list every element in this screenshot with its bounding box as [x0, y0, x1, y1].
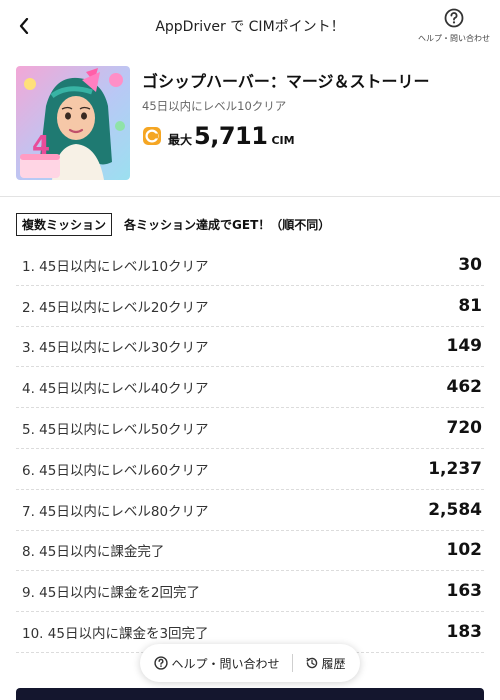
- mission-row: 4. 45日以内にレベル40クリア 462: [16, 367, 484, 409]
- mission-points: 30: [458, 254, 482, 275]
- app-info: ゴシップハーバー：マージ＆ストーリー 45日以内にレベル10クリア 最大 5,7…: [142, 68, 482, 150]
- mission-points: 102: [446, 540, 483, 561]
- mission-points: 183: [446, 622, 483, 643]
- mission-label: 1. 45日以内にレベル10クリア: [22, 258, 209, 275]
- reward-value: 5,711: [194, 122, 268, 150]
- mission-points: 462: [446, 377, 483, 398]
- mission-type-badge: 複数ミッション: [16, 213, 113, 236]
- mission-label: 5. 45日以内にレベル50クリア: [22, 422, 209, 439]
- mission-row: 3. 45日以内にレベル30クリア 149: [16, 327, 484, 368]
- mission-points: 81: [458, 295, 482, 316]
- mission-points: 720: [446, 418, 483, 439]
- app-summary: 4 ゴシップハーバー：マージ＆ストーリー 45日以内にレベル10クリア 最大 5…: [16, 66, 486, 182]
- cim-coin-icon: [143, 127, 161, 145]
- footer-help-label: ヘルプ・問い合わせ: [171, 656, 280, 671]
- mission-label: 3. 45日以内にレベル30クリア: [22, 340, 209, 357]
- reward-prefix: 最大: [168, 133, 193, 147]
- mission-label: 6. 45日以内にレベル60クリア: [22, 462, 209, 479]
- mission-label: 4. 45日以内にレベル40クリア: [22, 381, 209, 398]
- mission-row: 9. 45日以内に課金を2回完了 163: [16, 571, 484, 613]
- separator: [291, 654, 293, 672]
- mission-label: 8. 45日以内に課金完了: [22, 544, 165, 561]
- question-circle-icon: [154, 656, 169, 670]
- mission-label: 10. 45日以内に課金を3回完了: [22, 626, 209, 643]
- mission-label: 2. 45日以内にレベル20クリア: [22, 299, 209, 316]
- history-label: 履歴: [321, 656, 346, 671]
- help-label: ヘルプ・問い合わせ: [418, 34, 490, 43]
- mission-points: 1,237: [428, 458, 482, 479]
- app-name: ゴシップハーバー：マージ＆ストーリー: [142, 72, 430, 91]
- back-button[interactable]: [12, 12, 36, 40]
- help-button[interactable]: ヘルプ・問い合わせ: [416, 8, 492, 44]
- bottom-action-bar[interactable]: [16, 688, 484, 700]
- chevron-left-icon: [19, 18, 29, 34]
- svg-text:4: 4: [32, 131, 50, 161]
- mission-row: 8. 45日以内に課金完了 102: [16, 531, 484, 572]
- app-icon: 4: [16, 66, 130, 180]
- mission-row: 5. 45日以内にレベル50クリア 720: [16, 408, 484, 449]
- mission-row: 7. 45日以内にレベル80クリア 2,584: [16, 490, 484, 531]
- mission-label: 7. 45日以内にレベル80クリア: [22, 503, 209, 520]
- app-subtitle: 45日以内にレベル10クリア: [142, 99, 287, 113]
- mission-points: 149: [446, 336, 483, 357]
- reward-unit: CIM: [271, 134, 295, 147]
- mission-note: 各ミッション達成でGET！（順不同）: [124, 218, 331, 232]
- divider: [0, 196, 500, 197]
- mission-points: 2,584: [428, 499, 482, 520]
- history-button[interactable]: 履歴: [297, 655, 354, 672]
- max-reward: 最大 5,711 CIM: [142, 122, 482, 150]
- mission-list: 1. 45日以内にレベル10クリア 30 2. 45日以内にレベル20クリア 8…: [16, 245, 484, 653]
- mission-row: 2. 45日以内にレベル20クリア 81: [16, 286, 484, 327]
- floating-action-bar: ヘルプ・問い合わせ 履歴: [140, 644, 360, 682]
- mission-row: 6. 45日以内にレベル60クリア 1,237: [16, 449, 484, 490]
- top-bar: AppDriver で CIMポイント！ ヘルプ・問い合わせ: [0, 0, 500, 52]
- footer-help-button[interactable]: ヘルプ・問い合わせ: [146, 655, 287, 672]
- mission-label: 9. 45日以内に課金を2回完了: [22, 585, 200, 602]
- history-icon: [305, 657, 317, 669]
- mission-header: 複数ミッション 各ミッション達成でGET！（順不同）: [16, 213, 330, 236]
- page-title: AppDriver で CIMポイント！: [155, 19, 345, 35]
- mission-row: 1. 45日以内にレベル10クリア 30: [16, 245, 484, 286]
- mission-points: 163: [446, 581, 483, 602]
- question-circle-icon: [444, 8, 464, 28]
